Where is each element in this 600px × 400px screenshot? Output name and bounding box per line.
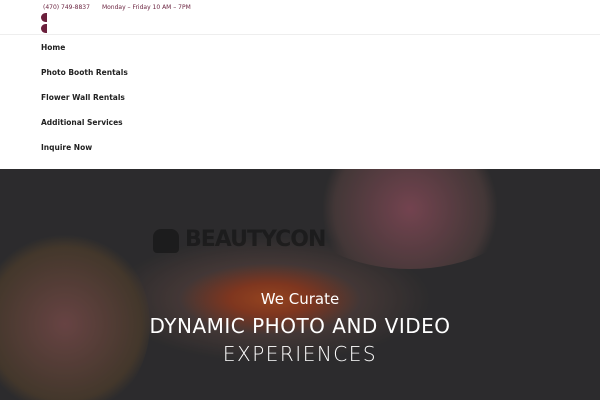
phone-link[interactable]: (470) 749-8837	[43, 4, 90, 11]
nav-additional-services[interactable]: Additional Services	[0, 110, 600, 135]
nav-inquire-now[interactable]: Inquire Now	[0, 135, 600, 160]
hero-subheadline: EXPERIENCES	[222, 342, 378, 366]
site-logo[interactable]	[41, 13, 47, 33]
hero-tagline: We Curate	[260, 290, 340, 308]
hero-banner: BEAUTYCON We Curate DYNAMIC PHOTO AND VI…	[0, 169, 600, 400]
hero-headline: DYNAMIC PHOTO AND VIDEO	[149, 314, 451, 338]
main-nav: Home Photo Booth Rentals Flower Wall Ren…	[0, 35, 600, 160]
business-hours: Monday – Friday 10 AM – 7PM	[101, 4, 191, 11]
nav-flower-wall-rentals[interactable]: Flower Wall Rentals	[0, 85, 600, 110]
nav-photo-booth-rentals[interactable]: Photo Booth Rentals	[0, 60, 600, 85]
nav-home[interactable]: Home	[0, 35, 600, 60]
top-info-bar: (470) 749-8837 Monday – Friday 10 AM – 7…	[43, 4, 191, 11]
